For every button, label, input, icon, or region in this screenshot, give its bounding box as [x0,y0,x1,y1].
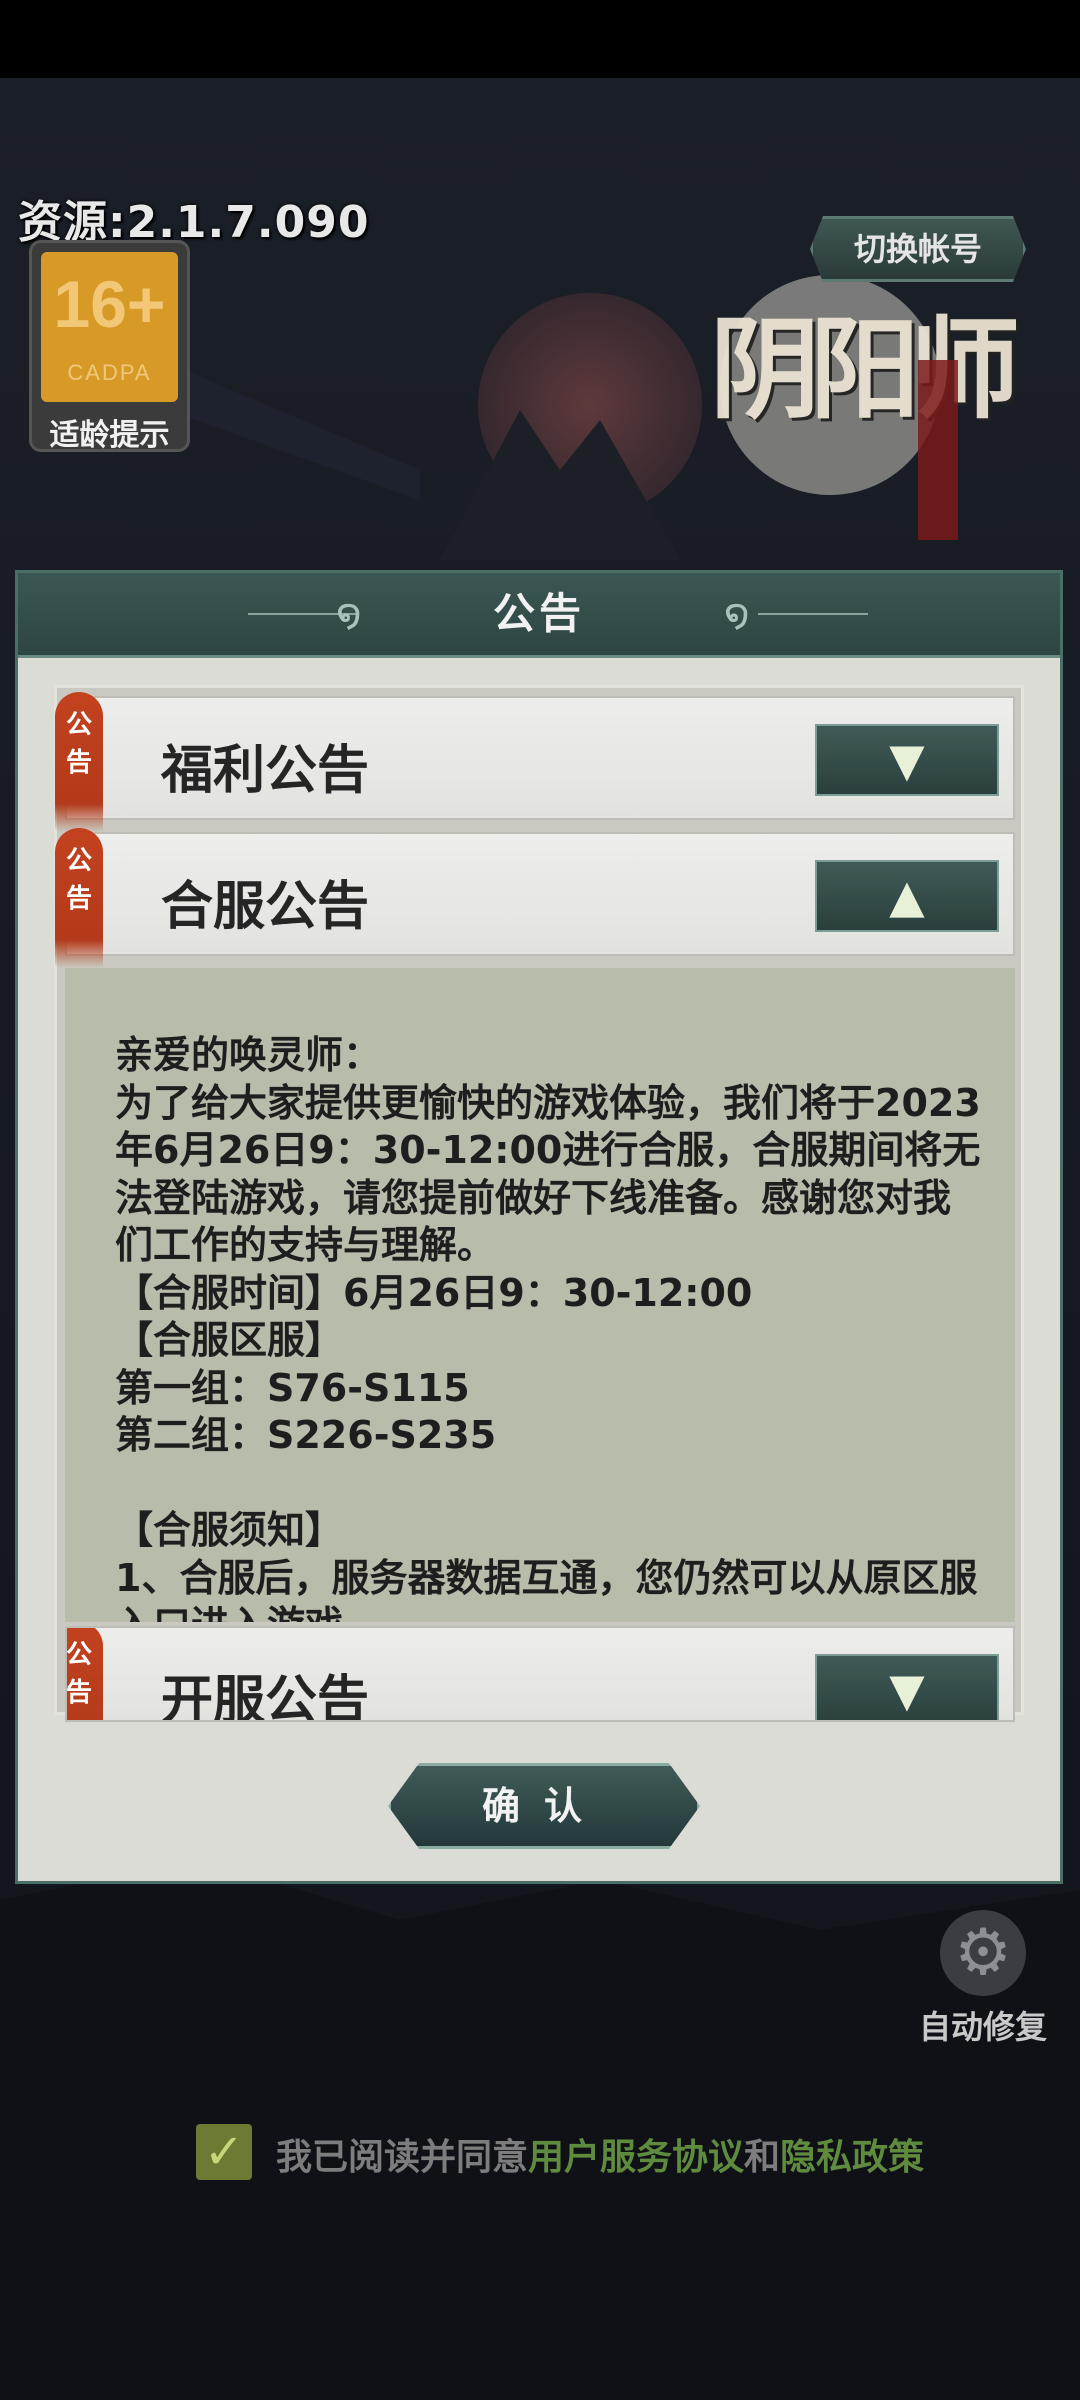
announcement-text: 亲爱的唤灵师： 为了给大家提供更愉快的游戏体验，我们将于2023年6月26日9：… [115,1033,981,1622]
notice-tag-label: 公告 [65,846,92,914]
section-title: 开服公告 [161,1671,370,1722]
dialog-title: 公告 [492,589,585,638]
logo-seal [918,360,958,540]
age-rating-badge[interactable]: 16+ CADPA 适龄提示 [29,240,190,453]
notice-tag: 公告 [55,828,103,968]
age-rating-number: 16+ [53,267,166,341]
expand-button[interactable]: ▼ [815,1654,999,1720]
age-rating-mark: 16+ CADPA [41,252,178,402]
agreement-conjunction: 和 [744,2137,781,2178]
notice-tag-label: 公告 [65,710,92,778]
game-logo: 阴阳师 [710,305,1020,434]
age-rating-label: 适龄提示 [49,418,170,453]
section-server-open[interactable]: 公告 开服公告 ▼ [65,1626,1015,1722]
age-rating-org: CADPA [67,360,152,385]
section-welfare[interactable]: 公告 福利公告 ▼ [55,692,1015,832]
dialog-header: ໑ ໑ 公告 [18,573,1060,658]
announcement-list: 公告 福利公告 ▼ 公告 合服公告 ▲ 亲爱的唤灵师： 为了给大家提供更愉快的游… [54,685,1024,1722]
agreement-checkbox[interactable]: ✓ [196,2124,252,2180]
notice-tag: 公告 [55,692,103,832]
confirm-button[interactable]: 确认 [388,1763,700,1849]
privacy-link[interactable]: 隐私政策 [780,2137,924,2178]
agreement-text: 我已阅读并同意用户服务协议和隐私政策 [276,2128,924,2180]
auto-repair-button[interactable]: ⚙ 自动修复 [918,1910,1048,2046]
chevron-up-icon: ▲ [889,869,925,923]
terms-link[interactable]: 用户服务协议 [528,2137,744,2178]
section-title: 福利公告 [161,741,370,801]
notice-tag-label: 公告 [65,1640,92,1708]
switch-account-button[interactable]: 切换帐号 [810,216,1026,282]
announcement-dialog: ໑ ໑ 公告 公告 福利公告 ▼ 公告 合服公告 ▲ 亲爱的唤灵师： 为了给大家… [15,570,1063,1884]
auto-repair-label: 自动修复 [918,2008,1047,2046]
chevron-down-icon: ▼ [889,733,925,787]
chevron-down-icon: ▼ [889,1663,925,1717]
section-server-merge[interactable]: 公告 合服公告 ▲ [55,828,1015,968]
gear-icon: ⚙ [940,1910,1026,1996]
agreement-prefix: 我已阅读并同意 [276,2137,529,2178]
section-title: 合服公告 [161,877,370,937]
collapse-button[interactable]: ▲ [815,860,999,932]
announcement-content[interactable]: 亲爱的唤灵师： 为了给大家提供更愉快的游戏体验，我们将于2023年6月26日9：… [65,968,1015,1622]
notice-tag: 公告 [65,1628,103,1720]
expand-button[interactable]: ▼ [815,724,999,796]
